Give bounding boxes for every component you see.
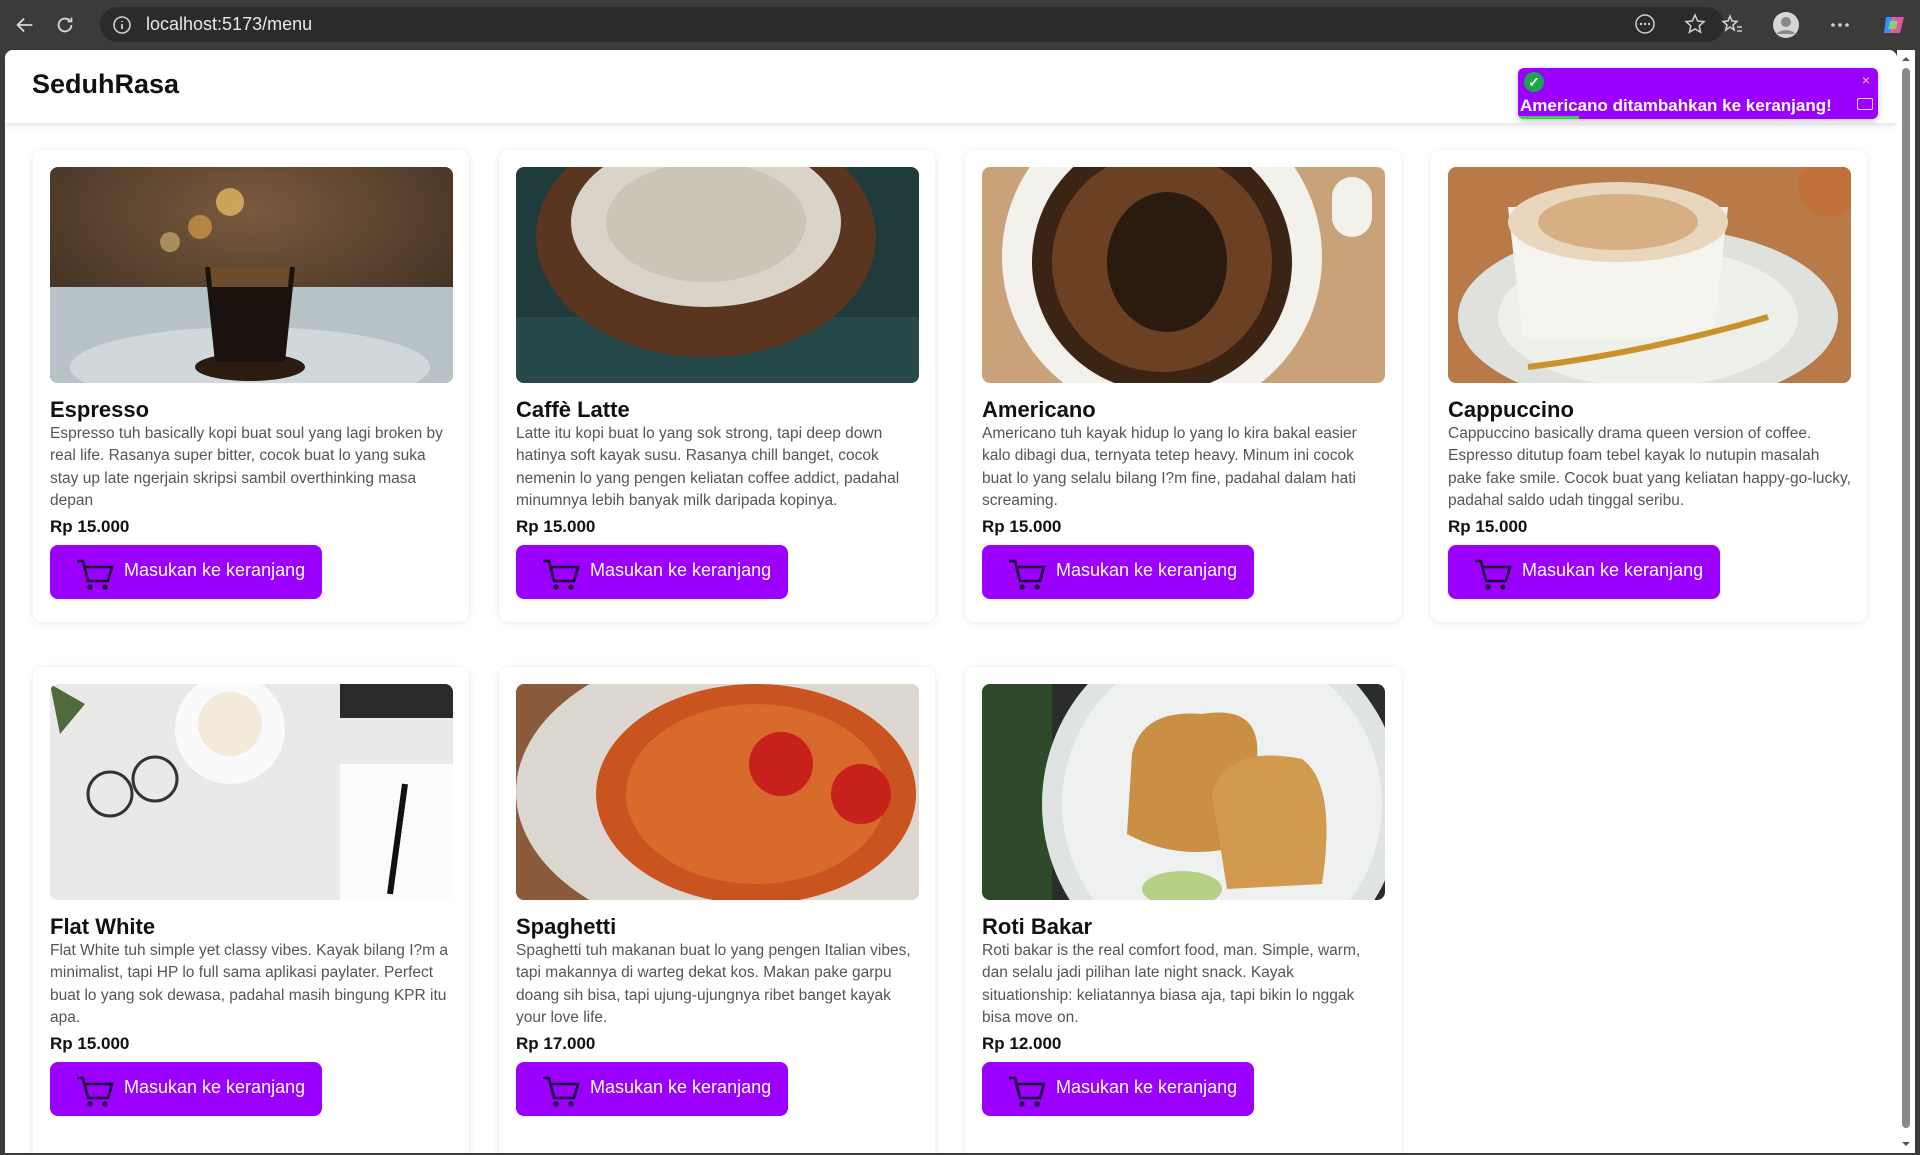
cart-icon — [1009, 559, 1046, 590]
item-description: Roti bakar is the real comfort food, man… — [982, 942, 1361, 1026]
check-icon: ✓ — [1524, 72, 1544, 92]
scrollbar-thumb[interactable] — [1902, 68, 1910, 1128]
copilot-icon[interactable] — [1880, 11, 1908, 39]
toast-close-button[interactable]: × — [1862, 72, 1870, 88]
add-to-cart-label: Masukan ke keranjang — [1056, 1076, 1238, 1097]
cart-icon — [543, 1076, 580, 1107]
item-name: Caffè Latte — [516, 397, 630, 422]
item-name: Americano — [982, 397, 1096, 422]
flat-white-photo — [50, 684, 453, 900]
item-price: Rp 12.000 — [982, 1034, 1062, 1053]
item-description: Americano tuh kayak hidup lo yang lo kir… — [982, 425, 1357, 509]
reload-icon — [57, 17, 73, 33]
item-price: Rp 15.000 — [50, 517, 130, 536]
item-price: Rp 15.000 — [516, 517, 596, 536]
vertical-scrollbar[interactable] — [1897, 50, 1915, 1153]
menu-card: Americano Americano tuh kayak hidup lo y… — [965, 150, 1401, 622]
item-name: Espresso — [50, 397, 150, 422]
item-name: Cappuccino — [1448, 397, 1574, 422]
item-price: Rp 15.000 — [1448, 517, 1528, 536]
toast-message: Americano ditambahkan ke keranjang! — [1520, 96, 1832, 115]
add-to-cart-label: Masukan ke keranjang — [590, 559, 772, 580]
menu-card: Roti Bakar Roti bakar is the real comfor… — [965, 667, 1401, 1153]
item-price: Rp 15.000 — [50, 1034, 130, 1053]
cart-icon — [1009, 1076, 1046, 1107]
menu-card: Flat White Flat White tuh simple yet cla… — [33, 667, 469, 1153]
item-description: Flat White tuh simple yet classy vibes. … — [50, 942, 448, 1026]
favorite-star-icon[interactable] — [1684, 13, 1706, 35]
item-description: Spaghetti tuh makanan buat lo yang penge… — [516, 942, 911, 1026]
add-to-cart-button[interactable]: Masukan ke keranjang — [516, 545, 788, 599]
spaghetti-photo — [516, 684, 919, 900]
cappuccino-photo — [1448, 167, 1851, 383]
back-arrow-icon — [16, 17, 33, 33]
url-text[interactable]: localhost:5173/menu — [146, 14, 312, 35]
scroll-up-arrow-icon[interactable] — [1901, 54, 1911, 64]
item-price: Rp 15.000 — [982, 517, 1062, 536]
add-to-cart-label: Masukan ke keranjang — [124, 559, 306, 580]
item-name: Roti Bakar — [982, 914, 1093, 939]
americano-photo — [982, 167, 1385, 383]
toast-notification[interactable]: ✓ × Americano ditambahkan ke keranjang! — [1518, 68, 1878, 119]
add-to-cart-label: Masukan ke keranjang — [590, 1076, 772, 1097]
profile-avatar-icon[interactable] — [1772, 11, 1800, 39]
cart-icon — [543, 559, 580, 590]
scroll-down-arrow-icon[interactable] — [1901, 1139, 1911, 1149]
item-name: Flat White — [50, 914, 156, 939]
read-aloud-icon[interactable] — [1634, 13, 1656, 35]
keyboard-icon — [1857, 98, 1873, 110]
cart-icon — [77, 559, 114, 590]
menu-card: Spaghetti Spaghetti tuh makanan buat lo … — [499, 667, 935, 1153]
favorites-icon[interactable] — [1718, 11, 1746, 39]
add-to-cart-button[interactable]: Masukan ke keranjang — [50, 1062, 322, 1116]
item-description: Latte itu kopi buat lo yang sok strong, … — [516, 425, 900, 509]
brand-logo[interactable]: SeduhRasa — [32, 69, 179, 100]
menu-card: Caffè Latte Latte itu kopi buat lo yang … — [499, 150, 935, 622]
item-price: Rp 17.000 — [516, 1034, 596, 1053]
espresso-photo — [50, 167, 453, 383]
add-to-cart-label: Masukan ke keranjang — [1056, 559, 1238, 580]
roti-bakar-photo — [982, 684, 1385, 900]
cart-icon — [77, 1076, 114, 1107]
item-name: Spaghetti — [516, 914, 617, 939]
reload-button[interactable] — [50, 10, 80, 40]
menu-card: Cappuccino Cappuccino basically drama qu… — [1431, 150, 1867, 622]
page-viewport: SeduhRasa ✓ × Americano ditambahkan ke k… — [5, 50, 1897, 1153]
add-to-cart-button[interactable]: Masukan ke keranjang — [982, 1062, 1254, 1116]
item-description: Cappuccino basically drama queen version… — [1448, 425, 1851, 509]
cart-icon — [1475, 559, 1512, 590]
browser-toolbar: localhost:5173/menu — [0, 0, 1920, 50]
more-menu-icon[interactable] — [1826, 11, 1854, 39]
add-to-cart-button[interactable]: Masukan ke keranjang — [1448, 545, 1720, 599]
add-to-cart-label: Masukan ke keranjang — [124, 1076, 306, 1097]
add-to-cart-button[interactable]: Masukan ke keranjang — [516, 1062, 788, 1116]
latte-photo — [516, 167, 919, 383]
back-button[interactable] — [10, 10, 40, 40]
add-to-cart-button[interactable]: Masukan ke keranjang — [50, 545, 322, 599]
item-description: Espresso tuh basically kopi buat soul ya… — [50, 425, 443, 509]
address-bar[interactable]: localhost:5173/menu — [100, 7, 1724, 42]
toast-progress-bar — [1518, 116, 1580, 119]
site-info-icon[interactable] — [112, 15, 132, 35]
add-to-cart-button[interactable]: Masukan ke keranjang — [982, 545, 1254, 599]
add-to-cart-label: Masukan ke keranjang — [1522, 559, 1704, 580]
menu-card: Espresso Espresso tuh basically kopi bua… — [33, 150, 469, 622]
